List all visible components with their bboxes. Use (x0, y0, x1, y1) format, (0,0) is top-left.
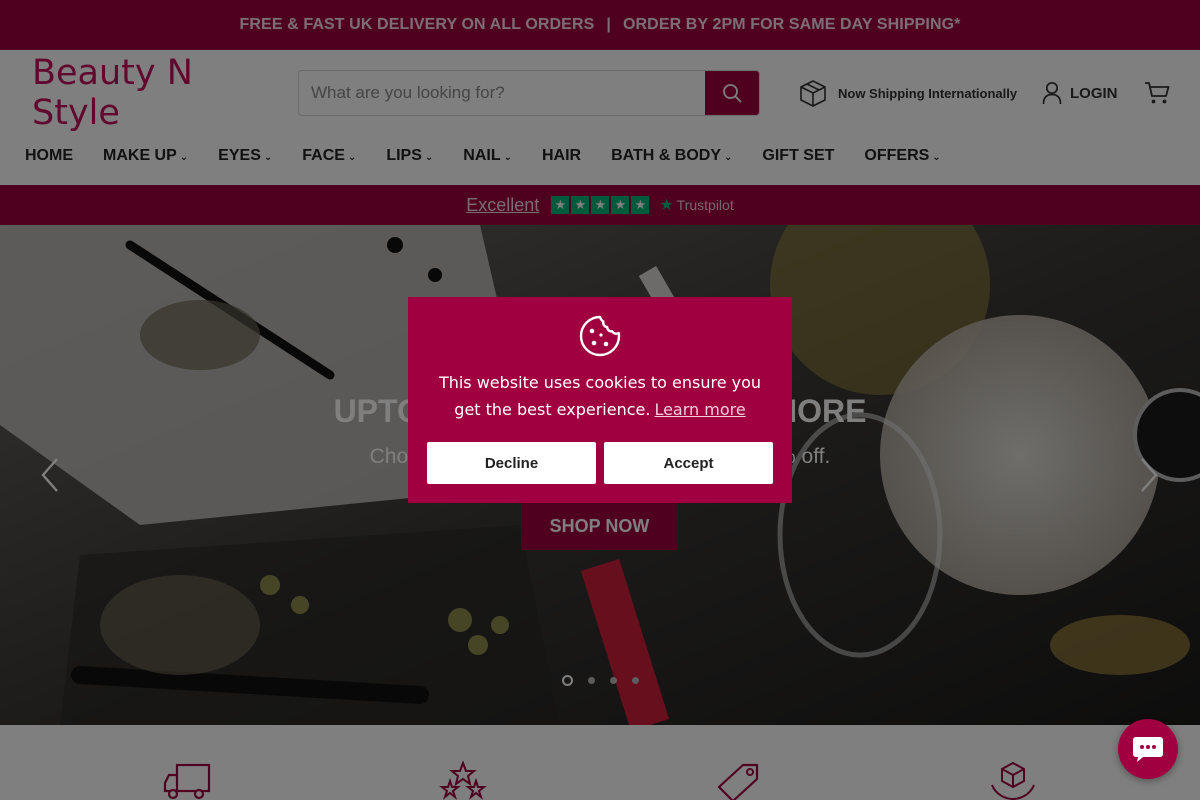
cookie-banner: This website uses cookies to ensure you … (408, 297, 792, 503)
cookie-icon (579, 315, 621, 357)
learn-more-link[interactable]: Learn more (654, 400, 745, 419)
cookie-message: This website uses cookies to ensure you … (428, 369, 772, 423)
decline-button[interactable]: Decline (427, 442, 596, 484)
chat-button[interactable] (1118, 719, 1178, 779)
accept-button[interactable]: Accept (604, 442, 773, 484)
chat-icon (1133, 737, 1163, 762)
